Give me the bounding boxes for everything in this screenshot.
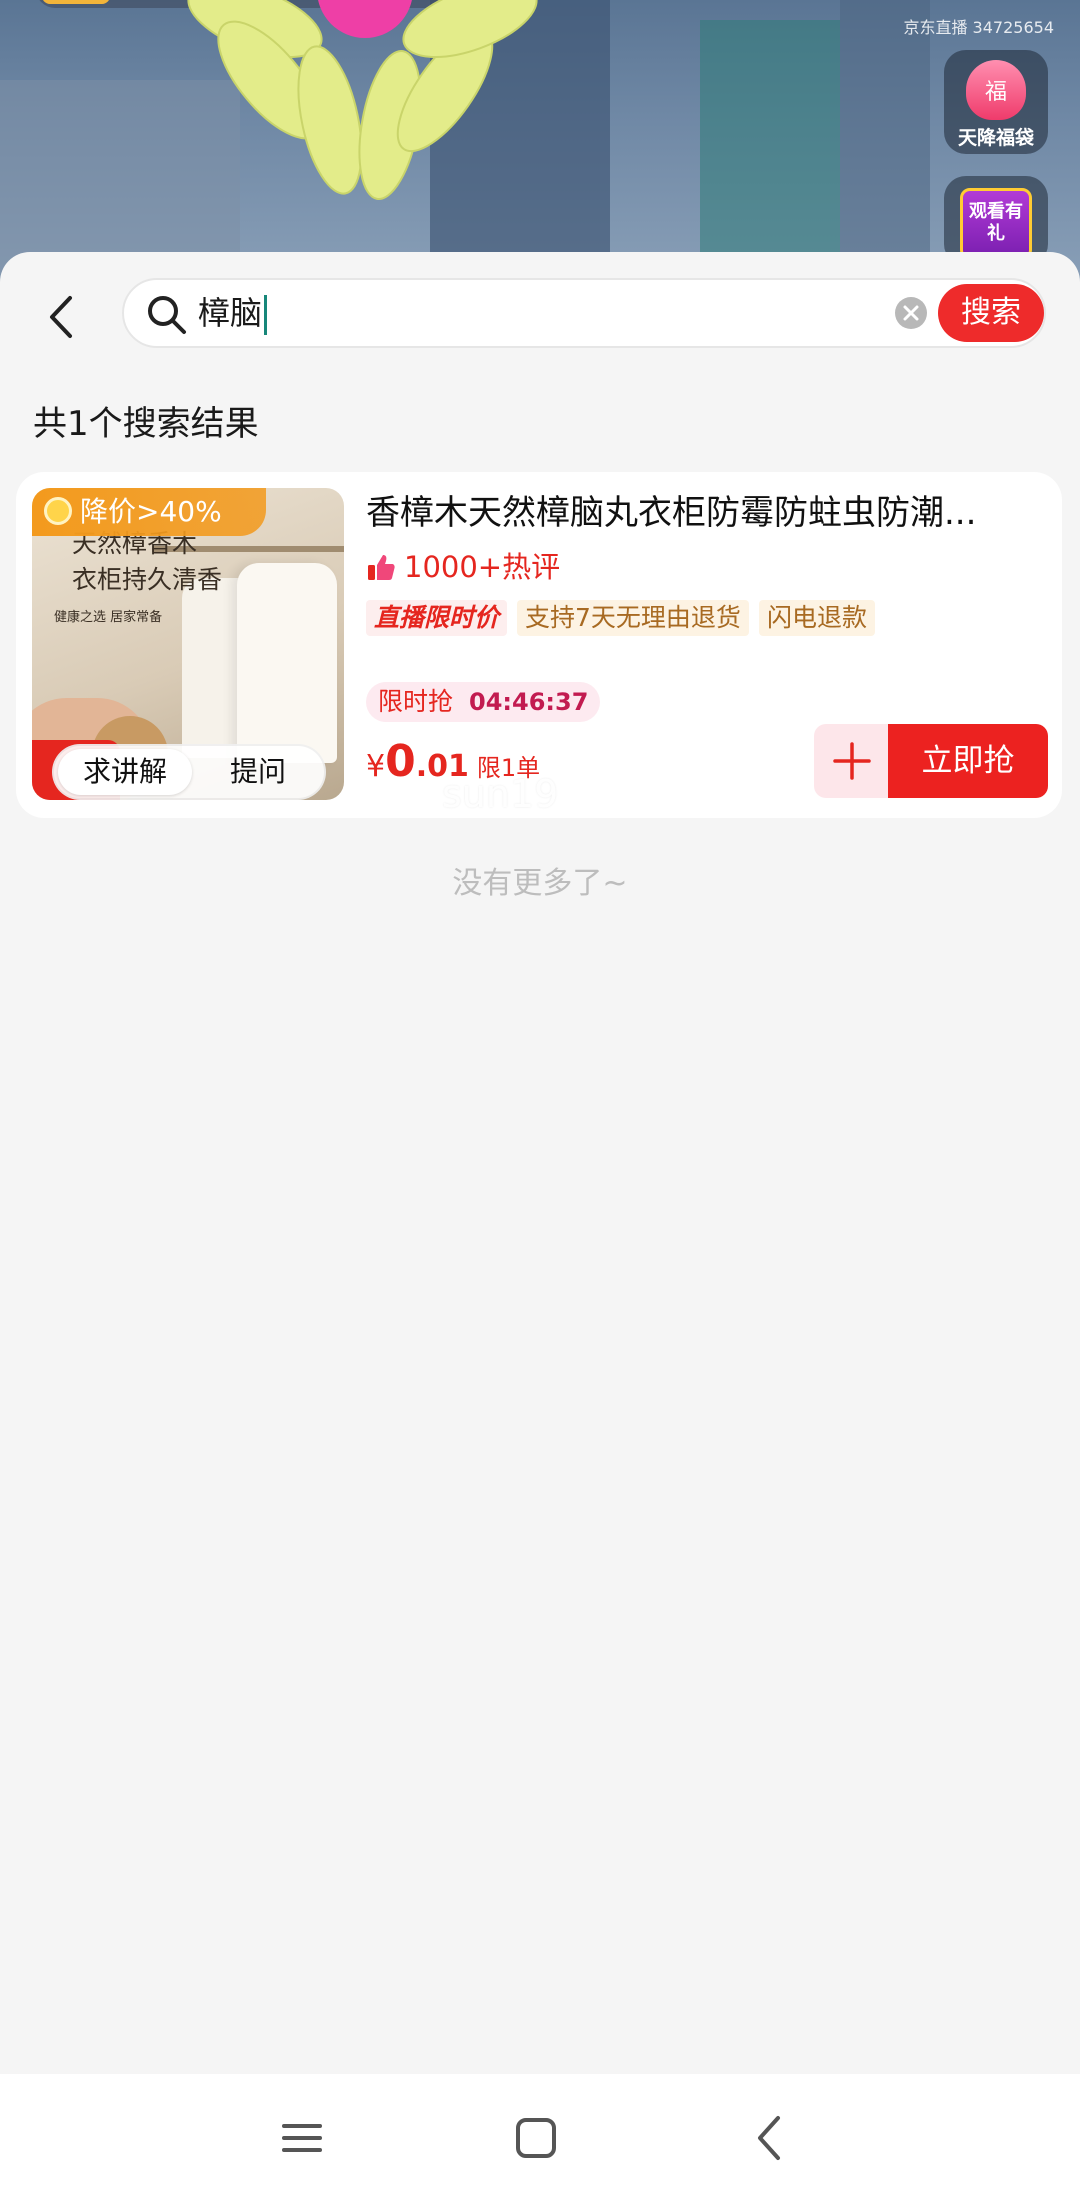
background-building (700, 20, 840, 290)
search-icon (148, 296, 186, 334)
ask-question-button[interactable]: 提问 (208, 749, 308, 795)
end-of-list: 没有更多了~ (452, 866, 628, 901)
countdown: 04:46:37 (469, 688, 589, 716)
flash-refund-tag: 闪电退款 (758, 600, 875, 636)
flash-sale-label: 限时抢 (378, 687, 454, 716)
badge-sun-icon (44, 497, 72, 525)
return-policy-tag: 支持7天无理由退货 (517, 600, 749, 636)
plus-icon (833, 742, 871, 780)
back-icon[interactable] (742, 2110, 798, 2166)
live-price-tag: 直播限时价 (366, 600, 508, 636)
add-to-cart-button[interactable] (814, 724, 890, 798)
result-count: 共1个搜索结果 (33, 404, 259, 444)
clear-icon[interactable] (894, 296, 928, 330)
review-count: 1000+热评 (366, 546, 560, 588)
search-query: 樟脑 (198, 280, 268, 346)
lucky-bag-widget[interactable]: 福 天降福袋 (944, 50, 1048, 154)
chevron-left-icon[interactable] (40, 292, 84, 342)
live-stream-background: 京东直播 34725654 福 天降福袋 观看有礼 (0, 0, 1080, 290)
watermark: sun19 (442, 772, 559, 816)
thumb-up-icon (368, 555, 395, 580)
image-text: 健康之选 居家常备 (54, 610, 163, 625)
image-text: 衣柜持久清香 (72, 565, 223, 594)
buy-now-button[interactable]: 立即抢 (888, 724, 1048, 798)
menu-icon[interactable] (274, 2110, 330, 2166)
system-nav-bar (0, 2074, 1080, 2199)
text-caret (264, 295, 268, 335)
search-input[interactable]: 樟脑 搜索 (122, 278, 1046, 348)
discount-badge: 降价>40% (32, 488, 266, 536)
background-building (840, 0, 930, 290)
request-explain-button[interactable]: 求讲解 (58, 749, 192, 795)
search-bar: 樟脑 搜索 (0, 252, 1080, 380)
live-room-id: 京东直播 34725654 (903, 18, 1054, 37)
product-tags: 直播限时价 支持7天无理由退货 闪电退款 (366, 600, 885, 638)
search-sheet: 樟脑 搜索 共1个搜索结果 天然樟香木 衣柜持久清香 健康之选 居家常备 降价>… (0, 252, 1080, 2074)
home-square-icon[interactable] (508, 2110, 564, 2166)
watch-gift-icon: 观看有礼 (960, 188, 1032, 260)
lucky-bag-label: 天降福袋 (957, 127, 1034, 149)
search-button[interactable]: 搜索 (938, 284, 1044, 342)
flower-decoration (187, 0, 538, 201)
lucky-bag-icon: 福 (966, 60, 1026, 120)
flash-sale-timer: 限时抢 04:46:37 (366, 682, 601, 722)
product-card[interactable]: 天然樟香木 衣柜持久清香 健康之选 居家常备 降价>40% 求讲解 提问 香樟木… (16, 472, 1062, 818)
ask-pill: 求讲解 提问 (52, 744, 326, 800)
product-title[interactable]: 香樟木天然樟脑丸衣柜防霉防蛀虫防潮... (366, 488, 1046, 538)
